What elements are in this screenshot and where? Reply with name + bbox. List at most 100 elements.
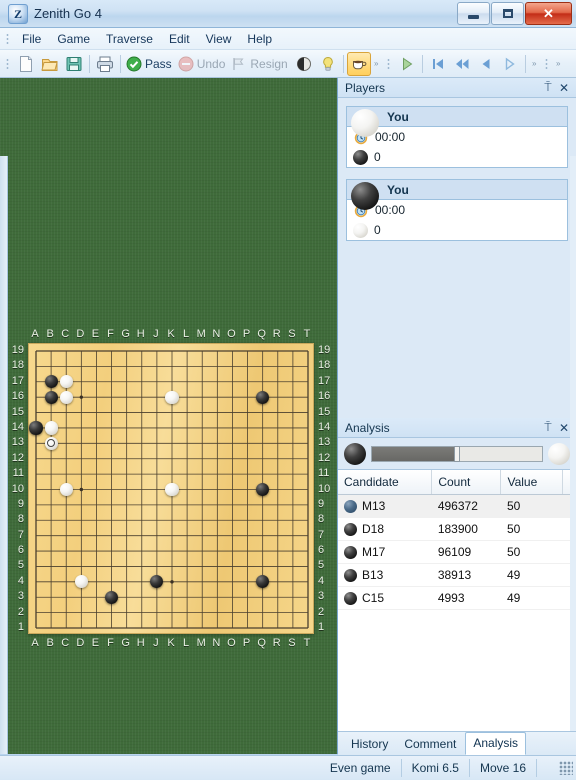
tab-comment[interactable]: Comment [397,734,463,755]
row-label-right-6: 6 [318,544,325,557]
cell-candidate: M13 [338,494,432,518]
row-label-right-16: 16 [318,390,331,403]
cell-count: 38913 [431,563,501,587]
open-file-button[interactable] [38,52,62,76]
tab-history[interactable]: History [344,734,395,755]
stone-black-B17[interactable] [44,375,58,389]
cell-count: 183900 [431,517,501,541]
row-label-right-1: 1 [318,621,325,633]
menu-item-help[interactable]: Help [239,30,280,48]
pin-icon[interactable]: ⍑ [540,420,556,436]
minimize-button[interactable] [457,2,490,25]
menu-item-game[interactable]: Game [49,30,98,48]
player-card-0[interactable]: You 00:00 0 [346,106,568,168]
capture-stone-white [353,222,368,238]
close-button[interactable]: ✕ [525,2,572,25]
col-label-bottom-K: K [167,637,175,649]
new-file-button[interactable] [14,52,38,76]
pin-icon[interactable]: ⍑ [540,80,556,96]
row-label-right-3: 3 [318,590,325,603]
column-header-value[interactable]: Value [500,470,563,495]
column-header-count[interactable]: Count [431,470,502,495]
rewind-button[interactable] [450,52,474,76]
maximize-button[interactable] [491,2,524,25]
players-list: You 00:00 0 You 00:00 0 [338,98,576,418]
table-row[interactable]: M17 96109 50 [338,540,576,564]
toolbar-overflow-button-3[interactable]: » [554,54,563,74]
go-board[interactable] [28,343,314,634]
slider-thumb[interactable] [454,445,460,462]
player-card-1[interactable]: You 00:00 0 [346,179,568,241]
candidate-table-header: Candidate Count Value [338,470,576,495]
resign-button[interactable]: Resign [229,52,291,76]
menu-item-traverse[interactable]: Traverse [98,30,161,48]
pass-button[interactable]: Pass [124,52,176,76]
hint-button[interactable] [316,52,340,76]
win-rate-slider[interactable] [338,438,576,470]
tab-analysis[interactable]: Analysis [465,732,527,755]
next-icon [505,57,515,70]
stone-white-K10[interactable] [165,482,179,497]
stone-white-C10[interactable] [59,482,73,497]
stone-black-B16[interactable] [44,390,58,404]
candidate-table[interactable]: Candidate Count Value M13 496372 50 D18 [338,470,576,610]
player-header: You [347,180,567,200]
cell-value: 50 [500,494,563,518]
col-label-bottom-Q: Q [257,637,266,649]
table-row[interactable]: M13 496372 50 [338,494,576,518]
toolbar-drag-grip[interactable] [3,56,12,71]
col-label-bottom-A: A [31,637,39,649]
resize-grip-icon[interactable] [559,761,573,775]
table-row[interactable]: C15 4993 49 [338,586,576,610]
score-button[interactable] [292,52,316,76]
menu-drag-grip[interactable] [3,31,12,46]
stone-black-Q16[interactable] [256,390,270,404]
row-label-right-2: 2 [318,605,325,618]
toolbar-overflow-button-2[interactable]: » [530,54,539,74]
menu-item-file[interactable]: File [14,30,49,48]
table-row[interactable]: B13 38913 49 [338,563,576,587]
table-row[interactable]: D18 183900 50 [338,517,576,541]
toolbar-overflow-button[interactable]: » [372,54,381,74]
stone-black-A14[interactable] [29,421,43,435]
candidate-stone-icon [344,522,357,536]
board-pane[interactable]: A A B B C C D D E E F F G G H H J J K K L L M M N N O O P P Q Q R R S S T T 19… [0,78,338,754]
row-label-left-16: 16 [11,390,24,403]
print-button[interactable] [93,52,117,76]
stone-black-F3[interactable] [104,590,119,604]
players-panel-header: Players ⍑ ✕ [338,78,576,98]
player-time: 00:00 [375,130,406,144]
stone-white-K16[interactable] [165,390,179,404]
column-header-candidate[interactable]: Candidate [338,470,433,495]
play-triangle-icon [402,57,413,70]
toolbar-separator [421,54,423,73]
close-icon[interactable]: ✕ [556,80,572,96]
cell-value: 49 [500,563,563,587]
row-label-left-17: 17 [11,374,24,387]
row-label-left-6: 6 [17,544,24,557]
col-label-top-N: N [212,328,221,340]
col-label-top-P: P [242,328,251,340]
stone-white-C16[interactable] [59,390,73,404]
col-label-bottom-R: R [272,637,281,649]
dock-scrollbar[interactable] [570,156,576,780]
slider-track[interactable] [371,445,543,462]
menu-item-view[interactable]: View [198,30,240,48]
analysis-panel-header: Analysis ⍑ ✕ [338,418,576,438]
toolbar-drag-grip-3[interactable] [541,56,551,71]
cell-candidate: M17 [338,540,432,564]
undo-button[interactable]: Undo [176,52,230,76]
toolbar-drag-grip-2[interactable] [383,56,393,71]
status-bar: Even game Komi 6.5 Move 16 [0,755,576,780]
first-move-button[interactable] [426,52,450,76]
menu-item-edit[interactable]: Edit [161,30,198,48]
next-move-button[interactable] [498,52,522,76]
save-file-button[interactable] [62,52,86,76]
previous-move-button[interactable] [474,52,498,76]
player-captures: 0 [374,223,381,237]
minimize-icon [468,14,479,19]
stone-white-B14[interactable] [44,421,58,435]
think-button[interactable] [346,51,371,76]
play-button[interactable] [395,52,419,76]
cell-count: 4993 [431,586,501,610]
